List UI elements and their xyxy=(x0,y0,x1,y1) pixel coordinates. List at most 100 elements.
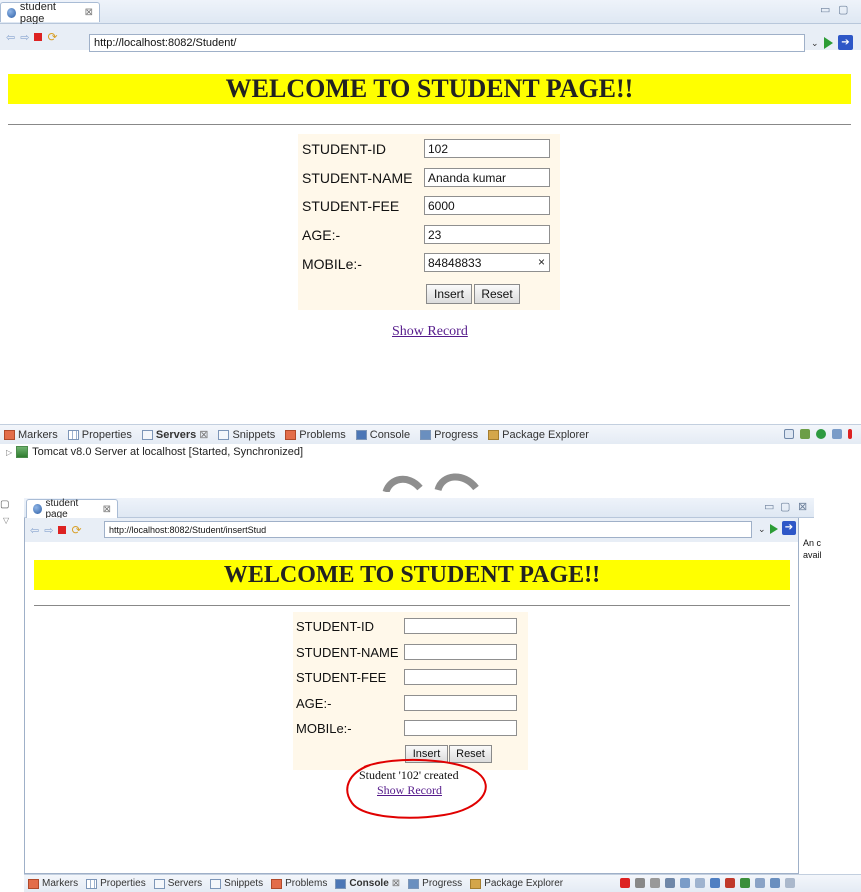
tab-properties[interactable]: Properties xyxy=(67,429,132,441)
external-browser-icon[interactable]: ➔ xyxy=(838,35,853,50)
view-menu-icon[interactable] xyxy=(785,878,795,888)
start-server-icon[interactable] xyxy=(816,429,826,439)
tab-console[interactable]: Console xyxy=(355,429,410,441)
stop-server-icon[interactable] xyxy=(848,429,852,439)
close-tab-icon[interactable]: ⊠ xyxy=(392,878,400,889)
remove-launch-icon[interactable] xyxy=(635,878,645,888)
label-student-fee: STUDENT-FEE xyxy=(302,198,400,214)
tab-snippets[interactable]: Snippets xyxy=(210,878,263,889)
external-browser-icon[interactable]: ➔ xyxy=(782,521,796,535)
globe-icon xyxy=(33,504,42,514)
minimize-icon[interactable]: ▭ xyxy=(820,3,830,16)
browser-tab-2[interactable]: student page ⊠ xyxy=(26,498,118,520)
forward-icon[interactable]: ⇨ xyxy=(20,31,29,44)
tab-label: Package Explorer xyxy=(484,878,564,889)
package-explorer-icon xyxy=(488,429,500,440)
terminate-icon[interactable] xyxy=(620,878,630,888)
show-record-link[interactable]: Show Record xyxy=(392,324,468,340)
tab-label: Progress xyxy=(434,428,479,441)
tab-problems[interactable]: Problems xyxy=(271,878,327,889)
close-tab-icon[interactable]: ⊠ xyxy=(103,504,111,515)
display-console-icon[interactable] xyxy=(755,878,765,888)
tab-label: Markers xyxy=(18,428,58,441)
student-name-input[interactable]: Ananda kumar xyxy=(424,168,550,187)
refresh-icon[interactable]: ⟳ xyxy=(71,523,81,537)
page-banner-1: WELCOME TO STUDENT PAGE!! xyxy=(8,74,851,104)
tab-package-explorer[interactable]: Package Explorer xyxy=(470,878,563,889)
reset-button[interactable]: Reset xyxy=(474,284,520,304)
close-window-icon[interactable]: ⊠ xyxy=(798,500,807,513)
word-wrap-icon[interactable] xyxy=(695,878,705,888)
go-icon[interactable] xyxy=(770,524,778,534)
forward-icon[interactable]: ⇨ xyxy=(44,524,53,537)
show-stdout-icon[interactable] xyxy=(710,878,720,888)
tab-package-explorer[interactable]: Package Explorer xyxy=(488,429,589,441)
tab-label: Package Explorer xyxy=(502,428,589,441)
tab-properties[interactable]: Properties xyxy=(86,878,146,889)
clear-input-icon[interactable]: × xyxy=(538,255,545,269)
tab-markers[interactable]: Markers xyxy=(4,429,58,441)
servers-icon xyxy=(141,429,153,440)
close-tab-icon[interactable]: ⊠ xyxy=(199,428,208,441)
debug-icon[interactable] xyxy=(800,429,810,439)
student-id-input[interactable]: 102 xyxy=(424,139,550,158)
student-fee-input[interactable]: 6000 xyxy=(424,196,550,215)
url-input-2[interactable]: http://localhost:8082/Student/insertStud xyxy=(104,521,752,538)
label-student-name: STUDENT-NAME xyxy=(296,645,399,660)
mobile-input[interactable]: 84848833 xyxy=(424,253,550,272)
collapse-icon[interactable] xyxy=(784,429,794,439)
url-input-1[interactable]: http://localhost:8082/Student/ xyxy=(89,34,805,52)
close-tab-icon[interactable]: ⊠ xyxy=(85,7,93,18)
scroll-lock-icon[interactable] xyxy=(680,878,690,888)
browser-tab-title: student page xyxy=(19,0,56,25)
student-fee-input[interactable] xyxy=(404,669,517,685)
tab-servers[interactable]: Servers ⊠ xyxy=(141,428,208,441)
label-student-fee: STUDENT-FEE xyxy=(296,670,387,685)
age-input[interactable]: 23 xyxy=(424,225,550,244)
age-input[interactable] xyxy=(404,695,517,711)
tab-snippets[interactable]: Snippets xyxy=(218,429,275,441)
tab-label: Problems xyxy=(285,878,328,889)
open-console-icon[interactable] xyxy=(770,878,780,888)
go-icon[interactable] xyxy=(824,37,833,49)
student-name-input[interactable] xyxy=(404,644,517,660)
tab-progress[interactable]: Progress xyxy=(408,878,462,889)
insert-button[interactable]: Insert xyxy=(426,284,472,304)
url-dropdown-icon[interactable]: ⌄ xyxy=(811,38,819,49)
mobile-input[interactable] xyxy=(404,720,517,736)
problems-icon xyxy=(271,878,283,889)
tab-problems[interactable]: Problems xyxy=(285,428,346,441)
show-stderr-icon[interactable] xyxy=(725,878,735,888)
profile-icon[interactable] xyxy=(832,429,842,439)
label-mobile: MOBILe:- xyxy=(296,721,352,736)
tab-console[interactable]: Console ⊠ xyxy=(335,878,400,889)
back-icon[interactable]: ⇦ xyxy=(6,31,15,44)
expand-icon[interactable]: ▷ xyxy=(6,448,12,457)
markers-icon xyxy=(4,429,15,440)
refresh-icon[interactable]: ⟳ xyxy=(47,30,57,44)
properties-icon xyxy=(67,429,79,440)
restore-icon[interactable]: ▢ xyxy=(0,499,9,510)
view-menu-icon[interactable]: ▽ xyxy=(3,516,9,525)
console-toolbar xyxy=(620,878,795,888)
pin-console-icon[interactable] xyxy=(740,878,750,888)
tab-servers[interactable]: Servers xyxy=(153,878,202,889)
maximize-icon[interactable]: ▢ xyxy=(838,3,848,16)
url-dropdown-icon[interactable]: ⌄ xyxy=(758,524,766,535)
maximize-icon[interactable]: ▢ xyxy=(780,500,790,513)
side-text-line: An c xyxy=(803,538,822,548)
stop-icon[interactable] xyxy=(34,33,43,41)
tab-markers[interactable]: Markers xyxy=(28,878,78,889)
back-icon[interactable]: ⇦ xyxy=(30,524,39,537)
minimize-icon[interactable]: ▭ xyxy=(764,500,774,513)
remove-all-icon[interactable] xyxy=(650,878,660,888)
server-entry[interactable]: ▷ Tomcat v8.0 Server at localhost [Start… xyxy=(6,446,303,458)
browser-tab-1[interactable]: student page ⊠ xyxy=(0,0,100,25)
clear-console-icon[interactable] xyxy=(665,878,675,888)
tab-label: Problems xyxy=(299,428,346,441)
background-watermark xyxy=(382,473,479,492)
stop-icon[interactable] xyxy=(58,526,67,534)
servers-toolbar xyxy=(784,429,852,439)
student-id-input[interactable] xyxy=(404,618,517,634)
tab-progress[interactable]: Progress xyxy=(420,429,478,441)
